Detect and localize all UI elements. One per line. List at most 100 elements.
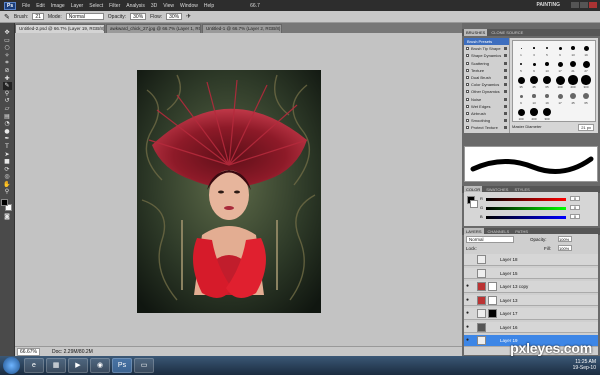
lock-icon[interactable] — [504, 104, 507, 108]
brush-tip-preset[interactable] — [542, 43, 552, 53]
menu-file[interactable]: File — [22, 3, 30, 9]
lock-icon[interactable] — [504, 68, 507, 72]
brush-setting-item[interactable]: Other Dynamics — [464, 88, 509, 95]
zoom-level[interactable]: 66.7 — [250, 3, 260, 9]
flow-field[interactable]: 30% — [166, 13, 183, 20]
brush-tip-preset[interactable] — [555, 91, 565, 101]
marquee-tool-icon[interactable]: ▭ — [3, 37, 12, 45]
taskbar-folder-icon[interactable]: ▭ — [134, 358, 154, 373]
menu-edit[interactable]: Edit — [36, 3, 45, 9]
visibility-eye-icon[interactable]: ● — [466, 297, 471, 303]
brush-tip-preset[interactable] — [529, 91, 539, 101]
move-tool-icon[interactable]: ✥ — [3, 29, 12, 37]
healing-brush-icon[interactable]: ✚ — [3, 75, 12, 83]
pen-tool-icon[interactable]: ✒ — [3, 135, 12, 143]
brush-tool-icon[interactable]: ✎ — [4, 13, 10, 21]
checkbox[interactable] — [466, 90, 469, 94]
layer-row[interactable]: ● Layer 13 copy — [464, 281, 598, 293]
brush-tip-preset[interactable] — [516, 59, 526, 69]
brush-size-picker[interactable]: 21 — [32, 13, 44, 20]
shape-tool-icon[interactable]: ■ — [3, 158, 12, 166]
layer-row[interactable]: Layer 15 — [464, 267, 598, 279]
menu-layer[interactable]: Layer — [71, 3, 84, 9]
brush-tip-preset[interactable] — [555, 43, 565, 53]
lock-icon[interactable] — [504, 47, 507, 51]
menu-select[interactable]: Select — [89, 3, 103, 9]
clone-stamp-icon[interactable]: ⚲ — [3, 90, 12, 98]
document-image[interactable] — [137, 70, 321, 313]
opacity-field[interactable]: 30% — [130, 13, 147, 20]
visibility-eye-icon[interactable]: ● — [466, 284, 471, 289]
brush-tip-preset[interactable] — [516, 43, 526, 53]
brush-tip-preset[interactable] — [555, 75, 565, 85]
close-button[interactable] — [589, 2, 597, 8]
green-slider[interactable] — [486, 207, 566, 210]
bg-color-chip[interactable] — [470, 200, 478, 208]
blue-value[interactable]: 0 — [570, 214, 580, 219]
brush-tip-preset[interactable] — [568, 91, 578, 101]
brush-tip-preset[interactable] — [568, 59, 578, 69]
taskbar-media-icon[interactable]: ▶ — [68, 358, 88, 373]
lock-icon[interactable] — [504, 111, 507, 115]
foreground-color-swatch[interactable] — [1, 199, 8, 207]
taskbar-explorer-icon[interactable]: ▦ — [46, 358, 66, 373]
layer-opacity-field[interactable]: 100% — [558, 236, 572, 242]
taskbar-firefox-icon[interactable]: ◉ — [90, 358, 110, 373]
brush-setting-item[interactable]: Wet Edges — [464, 103, 509, 110]
fill-field[interactable]: 100% — [558, 245, 572, 251]
brush-tip-preset[interactable] — [581, 75, 591, 85]
lasso-tool-icon[interactable]: ○ — [3, 44, 12, 52]
lock-icon[interactable] — [504, 126, 507, 130]
layer-row[interactable]: ● Layer 17 — [464, 308, 598, 320]
checkbox[interactable] — [466, 83, 469, 87]
lock-icon[interactable] — [504, 75, 507, 79]
taskbar-photoshop-icon[interactable]: Ps — [112, 358, 132, 373]
visibility-eye-icon[interactable]: ● — [466, 338, 471, 343]
brush-setting-item[interactable]: Brush Presets — [464, 38, 509, 46]
crop-tool-icon[interactable]: ⌗ — [3, 59, 12, 67]
checkbox[interactable] — [466, 126, 469, 130]
layer-mask-thumbnail[interactable] — [488, 295, 497, 305]
menu-help[interactable]: Help — [204, 3, 214, 9]
brush-tip-preset[interactable] — [542, 91, 552, 101]
brush-tip-preset[interactable] — [529, 59, 539, 69]
brush-tip-preset[interactable] — [542, 107, 552, 117]
menu-analysis[interactable]: Analysis — [126, 3, 145, 9]
brush-tip-preset[interactable] — [542, 59, 552, 69]
green-value[interactable]: 0 — [570, 205, 580, 210]
menu-3d[interactable]: 3D — [151, 3, 157, 9]
blue-slider[interactable] — [486, 216, 566, 219]
visibility-eye-icon[interactable] — [466, 257, 471, 262]
eyedropper-icon[interactable]: ⊘ — [3, 67, 12, 75]
brush-tip-preset[interactable] — [529, 75, 539, 85]
layer-row[interactable]: ● Layer 16 — [464, 321, 598, 333]
layer-row[interactable]: ● Layer 13 — [464, 294, 598, 306]
brush-tip-preset[interactable] — [555, 59, 565, 69]
3d-orbit-icon[interactable]: ◎ — [3, 173, 12, 181]
maximize-button[interactable] — [580, 2, 588, 8]
start-button[interactable] — [3, 357, 20, 374]
history-brush-icon[interactable]: ↺ — [3, 97, 12, 105]
checkbox[interactable] — [466, 97, 469, 101]
checkbox[interactable] — [466, 61, 469, 65]
system-clock[interactable]: 11:25 AM 19-Sep-10 — [573, 359, 596, 371]
visibility-eye-icon[interactable] — [466, 271, 471, 276]
airbrush-icon[interactable]: ✈ — [186, 13, 191, 20]
minimize-button[interactable] — [571, 2, 579, 8]
checkbox[interactable] — [466, 111, 469, 115]
3d-rotate-icon[interactable]: ⟳ — [3, 166, 12, 174]
zoom-tool-icon[interactable]: ⚲ — [3, 188, 12, 196]
blend-mode-select[interactable]: Normal — [466, 236, 514, 243]
checkbox[interactable] — [466, 75, 469, 79]
layer-row[interactable]: Layer 18 — [464, 254, 598, 266]
brush-tip-preset[interactable] — [568, 75, 578, 85]
menu-filter[interactable]: Filter — [109, 3, 120, 9]
brush-tip-preset[interactable] — [516, 75, 526, 85]
red-slider[interactable] — [486, 198, 566, 201]
brush-setting-item[interactable]: Texture — [464, 67, 509, 74]
lock-icon[interactable] — [504, 119, 507, 123]
brush-tip-preset[interactable] — [529, 43, 539, 53]
tab-awkward-chick[interactable]: awkward_chick_27.jpg @ 66.7% (Layer 1, R… — [106, 24, 201, 33]
brush-setting-item[interactable]: Protect Texture — [464, 124, 509, 131]
magic-wand-icon[interactable]: ✧ — [3, 52, 12, 60]
